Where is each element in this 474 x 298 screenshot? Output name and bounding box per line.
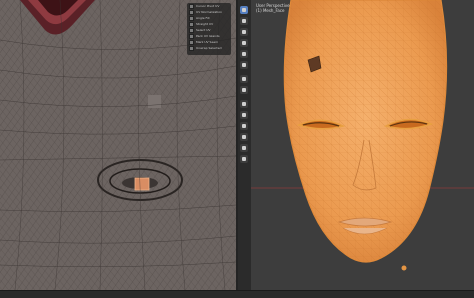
extrude-icon[interactable] bbox=[240, 100, 248, 108]
blender-window: Cursor Pivot UV UV Normalization Angle F… bbox=[0, 0, 474, 298]
scale-icon[interactable] bbox=[240, 50, 248, 58]
measure-icon[interactable] bbox=[240, 86, 248, 94]
select-box-icon[interactable] bbox=[240, 6, 248, 14]
uv-option-label: Select UV bbox=[196, 27, 211, 32]
uv-option-label: Angle Fill bbox=[196, 15, 210, 20]
checkbox[interactable] bbox=[189, 27, 194, 33]
uv-option-label: Unwrap Selected bbox=[196, 45, 222, 50]
poly-build-icon[interactable] bbox=[240, 155, 248, 163]
knife-icon[interactable] bbox=[240, 144, 248, 152]
rotate-icon[interactable] bbox=[240, 39, 248, 47]
uv-option-label: Cursor Pivot UV bbox=[196, 3, 220, 8]
face-mesh-view[interactable] bbox=[251, 0, 474, 290]
uv-option-row[interactable]: Unwrap Selected bbox=[187, 45, 231, 51]
uv-overlay-panel[interactable]: Cursor Pivot UV UV Normalization Angle F… bbox=[187, 3, 231, 55]
loop-cut-icon[interactable] bbox=[240, 133, 248, 141]
inset-icon[interactable] bbox=[240, 111, 248, 119]
cursor-icon[interactable] bbox=[240, 17, 248, 25]
uv-option-label: Straight UV bbox=[196, 21, 214, 26]
origin-point bbox=[401, 265, 407, 271]
checkbox[interactable] bbox=[189, 15, 194, 21]
checkbox[interactable] bbox=[189, 21, 194, 27]
annotate-icon[interactable] bbox=[240, 75, 248, 83]
move-icon[interactable] bbox=[240, 28, 248, 36]
selected-uv-face[interactable] bbox=[134, 177, 150, 191]
uv-option-label: Mark UV Seam bbox=[196, 39, 219, 44]
checkbox[interactable] bbox=[189, 3, 194, 9]
uv-option-label: Pack UV Islands bbox=[196, 33, 220, 38]
checkbox[interactable] bbox=[189, 9, 194, 15]
transform-icon[interactable] bbox=[240, 61, 248, 69]
bevel-icon[interactable] bbox=[240, 122, 248, 130]
uv-option-label: UV Normalization bbox=[196, 9, 223, 14]
checkbox[interactable] bbox=[189, 33, 194, 39]
tool-shelf bbox=[238, 0, 252, 290]
3d-viewport[interactable]: User Perspective (1) Mesh_Face bbox=[251, 0, 474, 290]
viewport-object-label: (1) Mesh_Face bbox=[256, 8, 285, 13]
uv-editor[interactable]: Cursor Pivot UV UV Normalization Angle F… bbox=[0, 0, 236, 290]
checkbox[interactable] bbox=[189, 45, 194, 51]
checkbox[interactable] bbox=[189, 39, 194, 45]
